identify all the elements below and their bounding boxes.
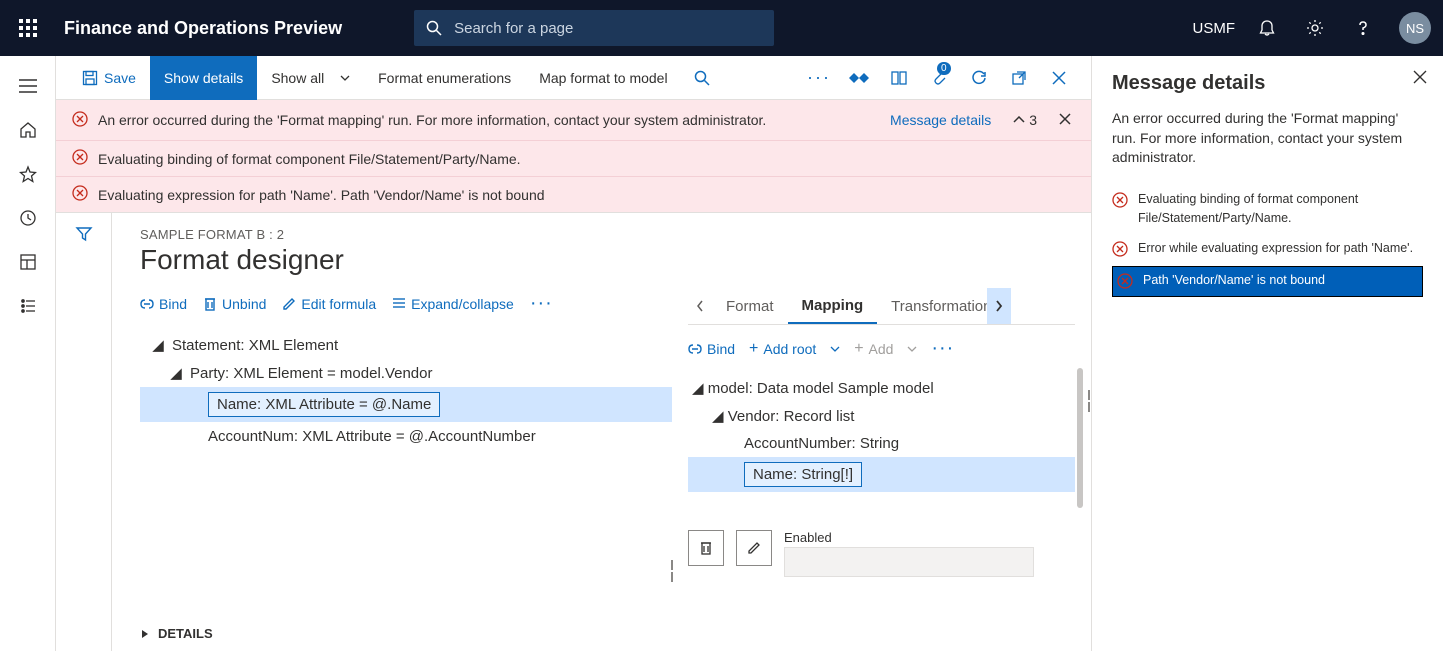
tabs-prev-icon[interactable] — [688, 288, 712, 324]
tree-node[interactable]: ◢Statement: XML Element — [140, 331, 672, 359]
nav-modules-icon[interactable] — [0, 284, 56, 328]
show-details-button[interactable]: Show details — [150, 56, 257, 100]
toolbar-diamond-icon[interactable] — [839, 56, 879, 100]
tabs-next-icon[interactable] — [987, 288, 1011, 324]
toolbar-more-icon[interactable]: ··· — [799, 56, 839, 100]
caret-down-icon[interactable]: ◢ — [150, 336, 166, 354]
tab-transformations[interactable]: Transformations — [877, 290, 987, 323]
map-format-button[interactable]: Map format to model — [525, 56, 681, 100]
format-tree[interactable]: ◢Statement: XML Element ◢Party: XML Elem… — [140, 323, 672, 450]
error-icon — [1112, 241, 1128, 260]
toolbar-adjacent-icon[interactable] — [879, 56, 919, 100]
error-collapse-toggle[interactable]: 3 — [1013, 112, 1037, 128]
add-button: +Add — [854, 340, 917, 358]
toolbar-search-icon[interactable] — [682, 56, 722, 100]
global-header: Finance and Operations Preview Search fo… — [0, 0, 1443, 56]
panel-splitter[interactable] — [1086, 390, 1092, 420]
page-title: Format designer — [140, 244, 1063, 276]
edit-icon[interactable] — [736, 530, 772, 566]
panel-msg[interactable]: Evaluating binding of format component F… — [1112, 184, 1423, 234]
nav-recent-icon[interactable] — [0, 196, 56, 240]
tree-node[interactable]: ◢Party: XML Element = model.Vendor — [140, 359, 672, 387]
settings-icon[interactable] — [1291, 0, 1339, 56]
error-banners: An error occurred during the 'Format map… — [56, 100, 1091, 213]
details-toggle[interactable]: DETAILS — [140, 616, 672, 651]
panel-msg-selected[interactable]: Path 'Vendor/Name' is not bound — [1112, 266, 1423, 297]
app-launcher-icon[interactable] — [0, 0, 56, 56]
tree-node-selected[interactable]: ◢Name: XML Attribute = @.Name — [140, 387, 672, 422]
mapping-tree[interactable]: ◢ model: Data model Sample model ◢ Vendo… — [688, 368, 1075, 492]
toolbar-attach-icon[interactable]: 0 — [919, 56, 959, 100]
show-all-button[interactable]: Show all — [257, 56, 364, 100]
panel-msg[interactable]: Error while evaluating expression for pa… — [1112, 233, 1423, 266]
app-title: Finance and Operations Preview — [64, 18, 342, 39]
toolbar-refresh-icon[interactable] — [959, 56, 999, 100]
caret-down-icon[interactable]: ◢ — [168, 364, 184, 382]
action-toolbar: Save Show details Show all Format enumer… — [56, 56, 1091, 100]
save-button[interactable]: Save — [68, 56, 150, 100]
panel-desc: An error occurred during the 'Format map… — [1112, 109, 1423, 168]
caret-down-icon[interactable]: ◢ — [712, 407, 724, 425]
error-row: Evaluating expression for path 'Name'. P… — [56, 176, 1091, 212]
panel-close-icon[interactable] — [1413, 70, 1427, 87]
error-icon — [72, 185, 88, 204]
panel-title: Message details — [1112, 72, 1423, 95]
error-icon — [1117, 273, 1133, 292]
nav-rail — [0, 56, 56, 651]
expand-collapse-button[interactable]: Expand/collapse — [392, 296, 514, 312]
filter-icon[interactable] — [75, 225, 93, 651]
unbind-button[interactable]: Unbind — [203, 296, 266, 312]
delete-icon[interactable] — [688, 530, 724, 566]
caret-down-icon[interactable]: ◢ — [692, 379, 704, 397]
nav-home-icon[interactable] — [0, 108, 56, 152]
filter-column — [56, 213, 112, 651]
toolbar-popup-icon[interactable] — [999, 56, 1039, 100]
enabled-input[interactable] — [784, 547, 1034, 577]
breadcrumb: SAMPLE FORMAT B : 2 — [140, 227, 1063, 242]
format-enum-button[interactable]: Format enumerations — [364, 56, 525, 100]
company-selector[interactable]: USMF — [1193, 20, 1236, 37]
add-root-button[interactable]: +Add root — [749, 340, 840, 358]
message-details-link[interactable]: Message details — [890, 112, 991, 128]
nav-menu-icon[interactable] — [0, 64, 56, 108]
nav-workspaces-icon[interactable] — [0, 240, 56, 284]
tree-node[interactable]: ◢AccountNum: XML Attribute = @.AccountNu… — [140, 422, 672, 450]
tree-node-selected[interactable]: Name: String[!] — [688, 457, 1075, 492]
bind-button[interactable]: Bind — [688, 341, 735, 357]
search-input[interactable]: Search for a page — [414, 10, 774, 46]
mapping-tabs: Format Mapping Transformations — [688, 288, 1075, 325]
error-close-icon[interactable] — [1055, 108, 1075, 132]
error-row: Evaluating binding of format component F… — [56, 140, 1091, 176]
nav-favorites-icon[interactable] — [0, 152, 56, 196]
enabled-label: Enabled — [784, 530, 1075, 545]
message-details-panel: Message details An error occurred during… — [1091, 56, 1443, 651]
tree-node[interactable]: ◢ Vendor: Record list — [688, 402, 1075, 430]
edit-formula-button[interactable]: Edit formula — [282, 296, 376, 312]
toolbar-close-icon[interactable] — [1039, 56, 1079, 100]
tree-node[interactable]: AccountNumber: String — [688, 430, 1075, 457]
search-placeholder: Search for a page — [454, 20, 573, 37]
help-icon[interactable] — [1339, 0, 1387, 56]
error-icon — [1112, 192, 1128, 211]
bind-button[interactable]: Bind — [140, 296, 187, 312]
tab-mapping[interactable]: Mapping — [788, 289, 878, 324]
error-icon — [72, 111, 88, 130]
left-more-icon[interactable]: ··· — [530, 292, 553, 315]
tab-format[interactable]: Format — [712, 290, 788, 323]
tree-node[interactable]: ◢ model: Data model Sample model — [688, 374, 1075, 402]
notifications-icon[interactable] — [1243, 0, 1291, 56]
avatar[interactable]: NS — [1399, 12, 1431, 44]
error-row: An error occurred during the 'Format map… — [56, 100, 1091, 140]
right-more-icon[interactable]: ··· — [931, 337, 954, 360]
scrollbar[interactable] — [1077, 368, 1083, 508]
error-icon — [72, 149, 88, 168]
